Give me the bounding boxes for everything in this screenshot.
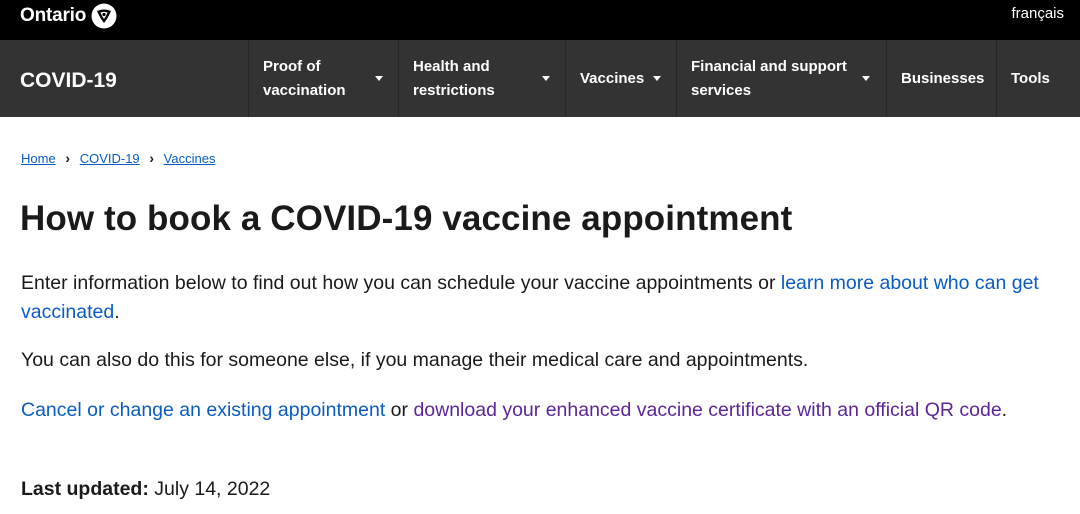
chevron-down-icon	[542, 76, 550, 81]
chevron-right-icon: ›	[149, 150, 154, 166]
certificate-end: .	[1001, 399, 1008, 421]
nav-item-tools[interactable]: Tools	[996, 40, 1080, 117]
site-brand-covid19[interactable]: COVID-19	[20, 69, 117, 93]
nav-label-line1: Vaccines	[580, 69, 645, 87]
nav-label-line1: Tools	[1011, 69, 1050, 87]
chevron-down-icon	[862, 76, 870, 81]
breadcrumb: Home › COVID-19 › Vaccines	[21, 150, 215, 166]
nav-label-line1: Proof of	[263, 57, 321, 75]
nav-item-financial-and-support-services[interactable]: Financial and support services	[676, 40, 886, 117]
ontario-logo-link[interactable]: Ontario	[20, 1, 117, 31]
page-title: How to book a COVID-19 vaccine appointme…	[20, 199, 793, 238]
last-updated-date: July 14, 2022	[148, 478, 271, 500]
nav-label-line2: services	[691, 81, 752, 99]
intro-paragraph: Enter information below to find out how …	[21, 269, 1056, 327]
ontario-trillium-icon	[91, 3, 117, 29]
language-toggle-link[interactable]: français	[1011, 5, 1064, 22]
breadcrumb-home-link[interactable]: Home	[21, 151, 56, 166]
nav-item-proof-of-vaccination[interactable]: Proof of vaccination	[248, 40, 398, 117]
breadcrumb-covid19-link[interactable]: COVID-19	[80, 151, 140, 166]
intro-end: .	[114, 301, 120, 323]
nav-item-vaccines[interactable]: Vaccines	[565, 40, 676, 117]
nav-label-line1: Health and	[413, 57, 490, 75]
last-updated-label: Last updated:	[21, 478, 149, 500]
nav-label-line2: vaccination	[263, 81, 346, 99]
nav-label-line1: Businesses	[901, 69, 985, 87]
nav-item-health-and-restrictions[interactable]: Health and restrictions	[398, 40, 565, 117]
cancel-or-change-appointment-link[interactable]: Cancel or change an existing appointment	[21, 399, 385, 421]
nav-label-line1: Financial and support	[691, 57, 847, 75]
someone-else-paragraph: You can also do this for someone else, i…	[21, 349, 809, 371]
nav-item-businesses[interactable]: Businesses	[886, 40, 996, 117]
nav-label-line2: restrictions	[413, 81, 495, 99]
appointment-actions-paragraph: Cancel or change an existing appointment…	[21, 396, 1056, 425]
chevron-down-icon	[653, 76, 661, 81]
breadcrumb-vaccines-link[interactable]: Vaccines	[164, 151, 216, 166]
chevron-down-icon	[375, 76, 383, 81]
download-vaccine-certificate-link[interactable]: download your enhanced vaccine certifica…	[413, 399, 1001, 421]
or-text: or	[385, 399, 414, 421]
top-bar: Ontario français	[0, 0, 1080, 40]
intro-text: Enter information below to find out how …	[21, 272, 781, 294]
chevron-right-icon: ›	[65, 150, 71, 166]
logo-text: Ontario	[20, 5, 87, 26]
main-navigation: COVID-19 Proof of vaccination Health and…	[0, 40, 1080, 117]
last-updated: Last updated: July 14, 2022	[21, 475, 1056, 504]
